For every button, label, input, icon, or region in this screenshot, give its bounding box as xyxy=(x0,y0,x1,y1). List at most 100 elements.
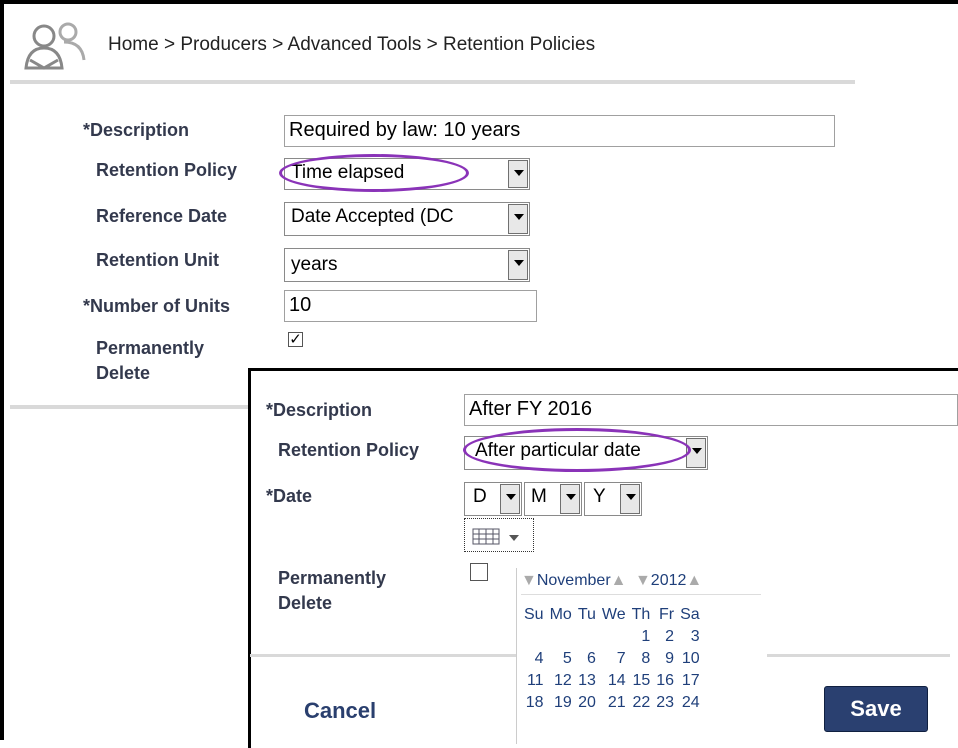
calendar-day[interactable]: 16 xyxy=(653,670,677,692)
next-year-icon[interactable]: ▲ xyxy=(686,572,702,589)
chevron-down-icon[interactable] xyxy=(508,250,528,280)
month-value: M xyxy=(531,486,547,507)
chevron-down-icon[interactable] xyxy=(620,484,640,514)
year-value: Y xyxy=(593,486,606,507)
calendar-day[interactable]: 22 xyxy=(629,692,654,714)
calendar-day[interactable]: 21 xyxy=(599,692,629,714)
retention-policy-value-2: After particular date xyxy=(475,440,641,461)
calendar-day xyxy=(575,626,599,648)
window-frame-left xyxy=(0,0,4,740)
calendar-day[interactable]: 23 xyxy=(653,692,677,714)
header-divider xyxy=(10,80,855,84)
reference-date-value: Date Accepted (DC xyxy=(291,206,454,227)
calendar-grid: Su Mo Tu We Th Fr Sa 1 2 3 4 5 6 7 8 9 10 11 12 13 14 15 16 17… xyxy=(521,604,703,714)
chevron-down-icon[interactable] xyxy=(500,484,520,514)
permanently-delete-label-2-line1: Permanently xyxy=(278,568,387,588)
calendar-day[interactable]: 4 xyxy=(521,648,547,670)
calendar-days: 1 2 3 4 5 6 7 8 9 10 11 12 13 14 15 16 17 18 19 20 21 22 23 24 xyxy=(521,626,703,714)
permanently-delete-label-2-line2: Delete xyxy=(278,593,333,613)
retention-policy-select-2[interactable]: After particular date xyxy=(464,436,708,470)
number-of-units-label: *Number of Units xyxy=(83,296,231,316)
calendar-day xyxy=(599,626,629,648)
calendar-weekday: Sa xyxy=(680,606,700,623)
calendar-button[interactable] xyxy=(464,518,534,552)
calendar-day[interactable]: 8 xyxy=(629,648,654,670)
calendar-weekday: Tu xyxy=(577,606,596,623)
permanently-delete-label-2: Permanently Delete xyxy=(278,568,386,614)
next-month-icon[interactable]: ▲ xyxy=(611,572,627,589)
calendar-weekday: Mo xyxy=(549,606,572,623)
calendar-day[interactable]: 18 xyxy=(521,692,547,714)
calendar-day xyxy=(547,626,575,648)
calendar-day[interactable]: 2 xyxy=(653,626,677,648)
retention-policy-select[interactable]: Time elapsed xyxy=(284,158,530,190)
calendar-weekday: We xyxy=(601,606,626,623)
calendar-day[interactable]: 5 xyxy=(547,648,575,670)
calendar-day[interactable]: 15 xyxy=(629,670,654,692)
permanently-delete-checkbox[interactable]: ✓ xyxy=(288,332,303,347)
number-of-units-input[interactable]: 10 xyxy=(284,290,537,322)
calendar-day[interactable]: 19 xyxy=(547,692,575,714)
calendar-weekday: Th xyxy=(631,606,651,623)
description-input[interactable]: Required by law: 10 years xyxy=(284,115,835,147)
calendar-day[interactable]: 3 xyxy=(677,626,703,648)
section-divider xyxy=(10,405,250,409)
calendar-day[interactable]: 6 xyxy=(575,648,599,670)
retention-unit-label: Retention Unit xyxy=(96,250,219,270)
calendar-day[interactable]: 12 xyxy=(547,670,575,692)
breadcrumb: Home > Producers > Advanced Tools > Rete… xyxy=(108,34,596,55)
description-label: *Description xyxy=(83,120,190,140)
calendar-year: 2012 xyxy=(650,572,687,589)
chevron-down-icon[interactable] xyxy=(508,204,528,234)
calendar-day[interactable]: 24 xyxy=(677,692,703,714)
calendar-week-row: 4 5 6 7 8 9 10 xyxy=(521,648,703,670)
save-button[interactable]: Save xyxy=(824,686,928,732)
retention-policy-value: Time elapsed xyxy=(291,162,405,183)
reference-date-label: Reference Date xyxy=(96,206,228,226)
permanently-delete-checkbox-2[interactable] xyxy=(470,563,488,581)
month-select[interactable]: M xyxy=(524,482,582,516)
description-input-2[interactable]: After FY 2016 xyxy=(464,394,958,426)
calendar-week-row: 11 12 13 14 15 16 17 xyxy=(521,670,703,692)
calendar-weekday-row: Su Mo Tu We Th Fr Sa xyxy=(521,604,703,626)
year-select[interactable]: Y xyxy=(584,482,642,516)
calendar-header: ▼November▲ ▼2012▲ xyxy=(521,572,702,590)
calendar-popup: ▼November▲ ▼2012▲ Su Mo Tu We Th Fr Sa 1234567… xyxy=(516,568,767,744)
prev-month-icon[interactable]: ▼ xyxy=(521,572,537,589)
retention-unit-select[interactable]: years xyxy=(284,248,530,282)
reference-date-select[interactable]: Date Accepted (DC xyxy=(284,202,530,236)
calendar-day[interactable]: 7 xyxy=(599,648,629,670)
date-label: *Date xyxy=(266,486,313,506)
calendar-weekday: Su xyxy=(524,606,544,623)
cancel-button[interactable]: Cancel xyxy=(304,698,376,724)
calendar-day xyxy=(521,626,547,648)
calendar-month: November xyxy=(536,572,611,589)
permanently-delete-label-line2: Delete xyxy=(96,363,151,383)
day-select[interactable]: D xyxy=(464,482,522,516)
calendar-day[interactable]: 13 xyxy=(575,670,599,692)
permanently-delete-label: Permanently Delete xyxy=(96,338,204,384)
retention-policy-label: Retention Policy xyxy=(96,160,238,180)
calendar-day[interactable]: 9 xyxy=(653,648,677,670)
calendar-icon xyxy=(472,528,519,545)
prev-year-icon[interactable]: ▼ xyxy=(635,572,651,589)
retention-unit-value: years xyxy=(291,254,338,275)
window-frame-top xyxy=(0,0,958,4)
calendar-week-row: 123 xyxy=(521,626,703,648)
permanently-delete-label-line1: Permanently xyxy=(96,338,205,358)
calendar-day[interactable]: 14 xyxy=(599,670,629,692)
calendar-weekday: Fr xyxy=(658,606,675,623)
calendar-day[interactable]: 1 xyxy=(629,626,654,648)
calendar-day[interactable]: 11 xyxy=(521,670,547,692)
description-label-2: *Description xyxy=(266,400,373,420)
chevron-down-icon[interactable] xyxy=(508,160,528,188)
chevron-down-icon[interactable] xyxy=(686,438,706,468)
day-value: D xyxy=(473,486,487,507)
calendar-day[interactable]: 10 xyxy=(677,648,703,670)
calendar-day[interactable]: 20 xyxy=(575,692,599,714)
users-icon xyxy=(24,22,86,70)
calendar-week-row: 18 19 20 21 22 23 24 xyxy=(521,692,703,714)
calendar-header-rule xyxy=(521,594,761,595)
chevron-down-icon[interactable] xyxy=(560,484,580,514)
calendar-day[interactable]: 17 xyxy=(677,670,703,692)
